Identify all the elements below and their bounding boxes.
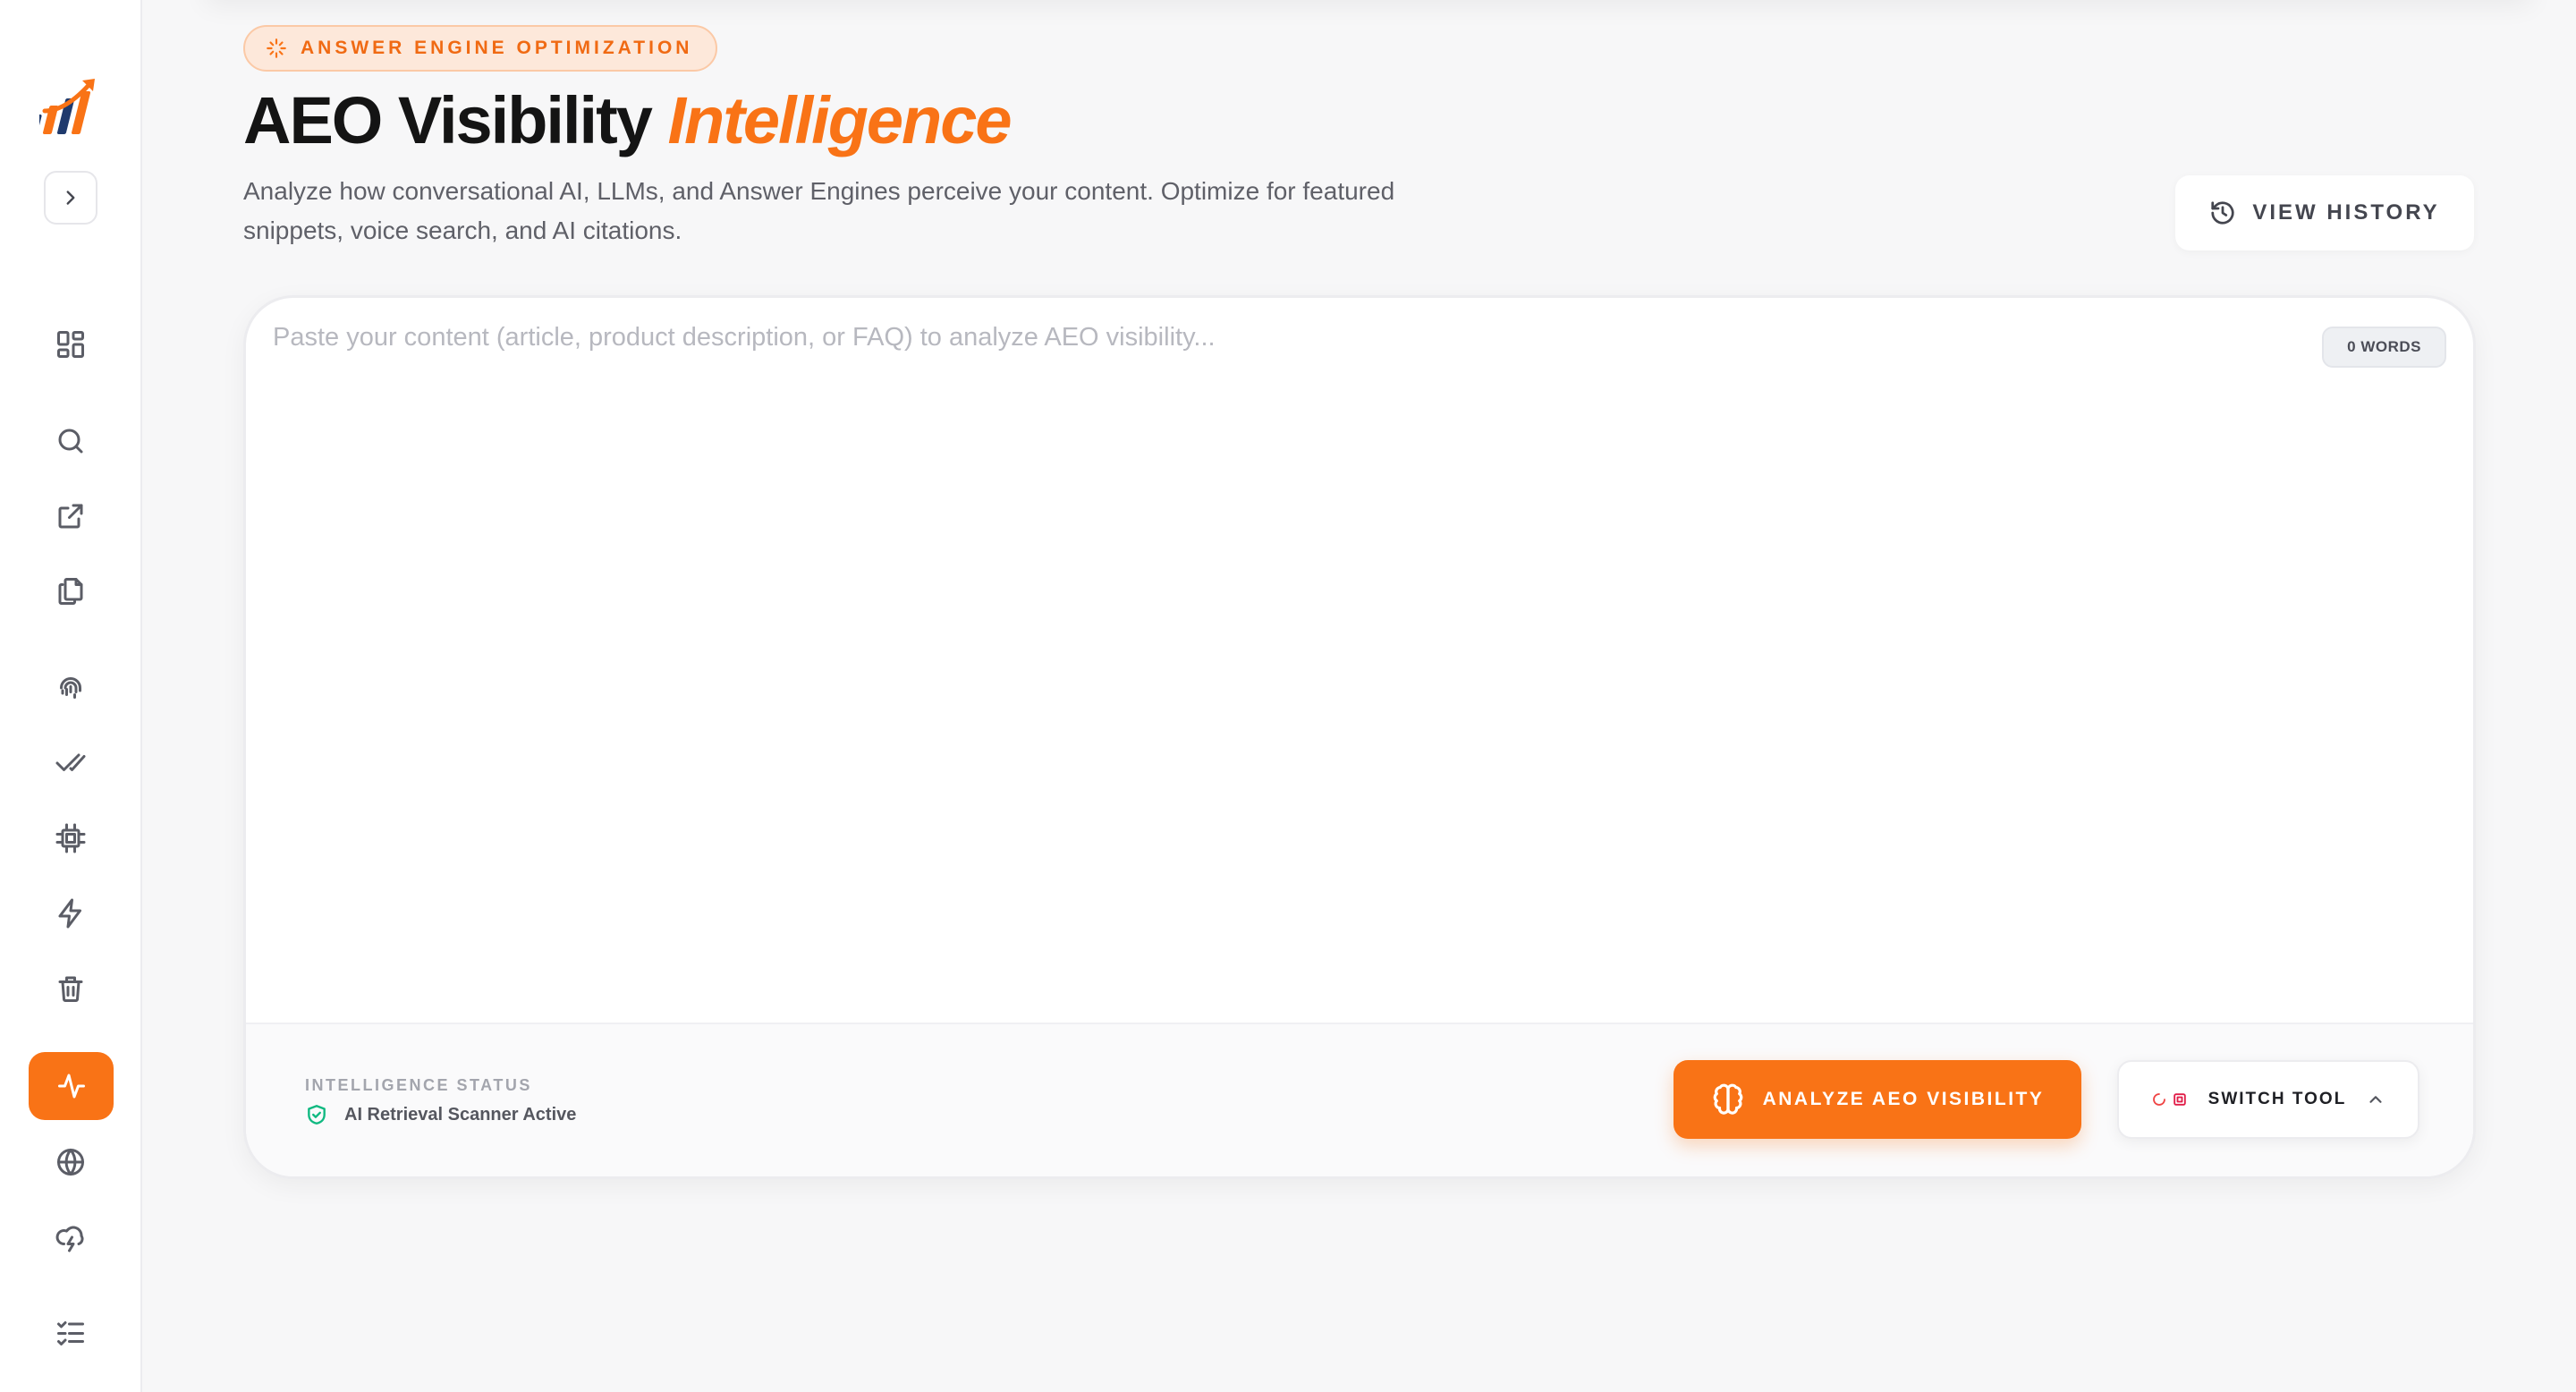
page-title: AEO Visibility Intelligence	[243, 82, 1013, 158]
history-icon	[2211, 201, 2234, 225]
tool-loader-icon	[2152, 1093, 2165, 1106]
trash-icon	[58, 976, 83, 1002]
sidebar	[0, 0, 142, 1392]
view-history-button[interactable]: VIEW HISTORY	[2175, 175, 2474, 250]
activity-pulse-icon	[57, 1074, 85, 1099]
intelligence-status: AI Retrieval Scanner Active	[305, 1103, 576, 1126]
chevron-up-icon	[2369, 1096, 2382, 1103]
sidebar-item-dashboard[interactable]	[47, 320, 95, 369]
brain-icon	[1713, 1083, 1742, 1115]
switch-tool-label: SWITCH TOOL	[2207, 1090, 2347, 1108]
double-check-icon	[55, 753, 86, 771]
chevron-right-icon	[66, 191, 75, 205]
switch-tool-button[interactable]: SWITCH TOOL	[2117, 1060, 2419, 1139]
copy-files-icon	[58, 578, 83, 605]
page-title-main: AEO Visibility	[243, 83, 653, 157]
view-history-label: VIEW HISTORY	[2252, 200, 2440, 225]
word-count-badge: 0 WORDS	[2322, 327, 2446, 368]
page-title-accent: Intelligence	[667, 83, 1012, 157]
sidebar-item-fingerprint[interactable]	[47, 664, 95, 712]
content-input[interactable]	[273, 323, 2223, 1021]
sidebar-item-aeo-visibility[interactable]	[29, 1052, 114, 1120]
sparkles-icon	[267, 38, 286, 58]
content-editor-card: 0 WORDS INTELLIGENCE STATUS AI Retrieval…	[243, 295, 2476, 1179]
search-icon	[58, 429, 83, 454]
tool-chip-icon	[2173, 1093, 2186, 1106]
page-description: Analyze how conversational AI, LLMs, and…	[243, 177, 1395, 244]
cloud-lightning-icon	[55, 1226, 84, 1252]
sidebar-item-cloud[interactable]	[47, 1213, 95, 1261]
sidebar-item-checklist[interactable]	[47, 1308, 95, 1356]
badge-label: ANSWER ENGINE OPTIMIZATION	[301, 38, 693, 58]
dashboard-grid-icon	[57, 331, 84, 358]
cpu-chip-icon	[55, 823, 86, 853]
checklist-icon	[57, 1321, 84, 1345]
intelligence-status-text: AI Retrieval Scanner Active	[344, 1104, 577, 1125]
app-logo-icon[interactable]	[28, 75, 102, 138]
sidebar-item-globe[interactable]	[47, 1138, 95, 1186]
sidebar-item-trash[interactable]	[47, 964, 95, 1013]
fingerprint-icon	[60, 677, 81, 699]
sidebar-item-automation[interactable]	[47, 889, 95, 938]
globe-icon	[57, 1149, 84, 1176]
sidebar-item-approvals[interactable]	[47, 739, 95, 787]
tool-icons	[2151, 1091, 2189, 1108]
shield-check-icon	[308, 1105, 326, 1125]
section-badge: ANSWER ENGINE OPTIMIZATION	[243, 25, 718, 72]
sidebar-expand-button[interactable]	[44, 171, 97, 225]
lightning-icon	[58, 898, 81, 929]
sidebar-item-external[interactable]	[47, 492, 95, 540]
analyze-aeo-visibility-button[interactable]: ANALYZE AEO VISIBILITY	[1674, 1060, 2081, 1139]
sidebar-item-copy[interactable]	[47, 567, 95, 615]
external-link-icon	[58, 504, 83, 529]
intelligence-status-label: INTELLIGENCE STATUS	[305, 1076, 532, 1094]
sidebar-item-processor[interactable]	[47, 814, 95, 862]
sidebar-item-search[interactable]	[47, 417, 95, 465]
editor-footer: INTELLIGENCE STATUS AI Retrieval Scanner…	[246, 1023, 2473, 1176]
analyze-button-label: ANALYZE AEO VISIBILITY	[1762, 1089, 2045, 1109]
